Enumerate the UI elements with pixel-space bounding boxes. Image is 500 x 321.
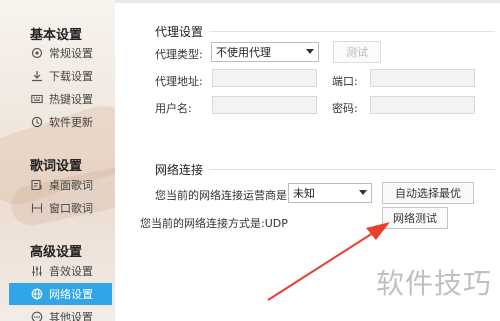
watermark-text: 软件技巧 [375, 267, 492, 300]
